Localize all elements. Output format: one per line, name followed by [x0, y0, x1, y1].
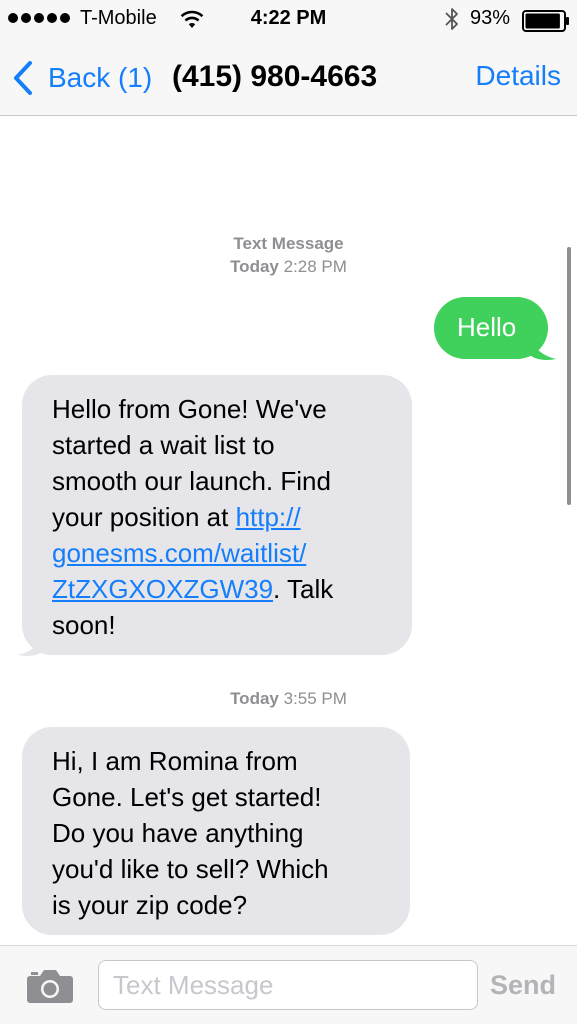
message-text: . Talk: [273, 574, 334, 604]
navigation-bar: Back (1) (415) 980-4663 Details: [0, 40, 577, 116]
timestamp: Today 3:55 PM: [0, 689, 577, 709]
received-message-bubble[interactable]: Hello from Gone! We've started a wait li…: [22, 375, 412, 655]
battery-icon: [522, 10, 569, 32]
message-input[interactable]: [98, 960, 478, 1010]
received-bubble-tail: [18, 633, 44, 656]
message-line: started a wait list to: [52, 430, 275, 460]
message-line: Hi, I am Romina from: [52, 746, 298, 776]
message-type-label: Text Message: [233, 234, 344, 253]
message-line: gonesms.com/waitlist/: [52, 535, 392, 571]
message-line: ZtZXGXOXZGW39. Talk: [52, 571, 392, 607]
timestamp-day: Today: [230, 257, 279, 276]
timestamp-time: 3:55 PM: [283, 689, 347, 708]
compose-bar: Send: [0, 945, 577, 1024]
chevron-left-icon: [14, 61, 32, 95]
back-label: Back (1): [48, 62, 153, 93]
bluetooth-icon: [445, 8, 458, 30]
received-message-bubble[interactable]: Hi, I am Romina from Gone. Let's get sta…: [22, 727, 410, 935]
message-text: your position at: [52, 502, 236, 532]
timestamp-time: 2:28 PM: [283, 257, 347, 276]
message-line: your position at http://: [52, 499, 392, 535]
back-button[interactable]: Back (1): [12, 58, 152, 98]
message-line: soon!: [52, 610, 116, 640]
message-line: is your zip code?: [52, 890, 248, 920]
timestamp-day: Today: [230, 689, 279, 708]
battery-percentage: 93%: [470, 7, 511, 29]
sent-message-text: Hello: [457, 312, 517, 342]
camera-icon[interactable]: [26, 966, 74, 1004]
message-line: Gone. Let's get started!: [52, 782, 322, 812]
waitlist-link-part[interactable]: ZtZXGXOXZGW39: [52, 574, 273, 604]
status-bar: T-Mobile 4:22 PM 93%: [0, 0, 577, 40]
message-line: you'd like to sell? Which: [52, 854, 329, 884]
message-line: Hello from Gone! We've: [52, 394, 327, 424]
message-line: Do you have anything: [52, 818, 304, 848]
waitlist-link-part[interactable]: http://: [236, 502, 301, 532]
details-button[interactable]: Details: [475, 60, 561, 92]
send-button[interactable]: Send: [490, 970, 556, 1001]
waitlist-link-part[interactable]: gonesms.com/waitlist/: [52, 538, 306, 568]
timestamp: Today 2:28 PM: [0, 257, 577, 277]
sent-bubble-tail: [530, 337, 556, 360]
message-line: smooth our launch. Find: [52, 466, 331, 496]
scrollbar[interactable]: [567, 247, 571, 505]
contact-title: (415) 980-4663: [172, 60, 378, 93]
message-thread[interactable]: Text Message Today 2:28 PM Hello Hello f…: [0, 117, 577, 945]
